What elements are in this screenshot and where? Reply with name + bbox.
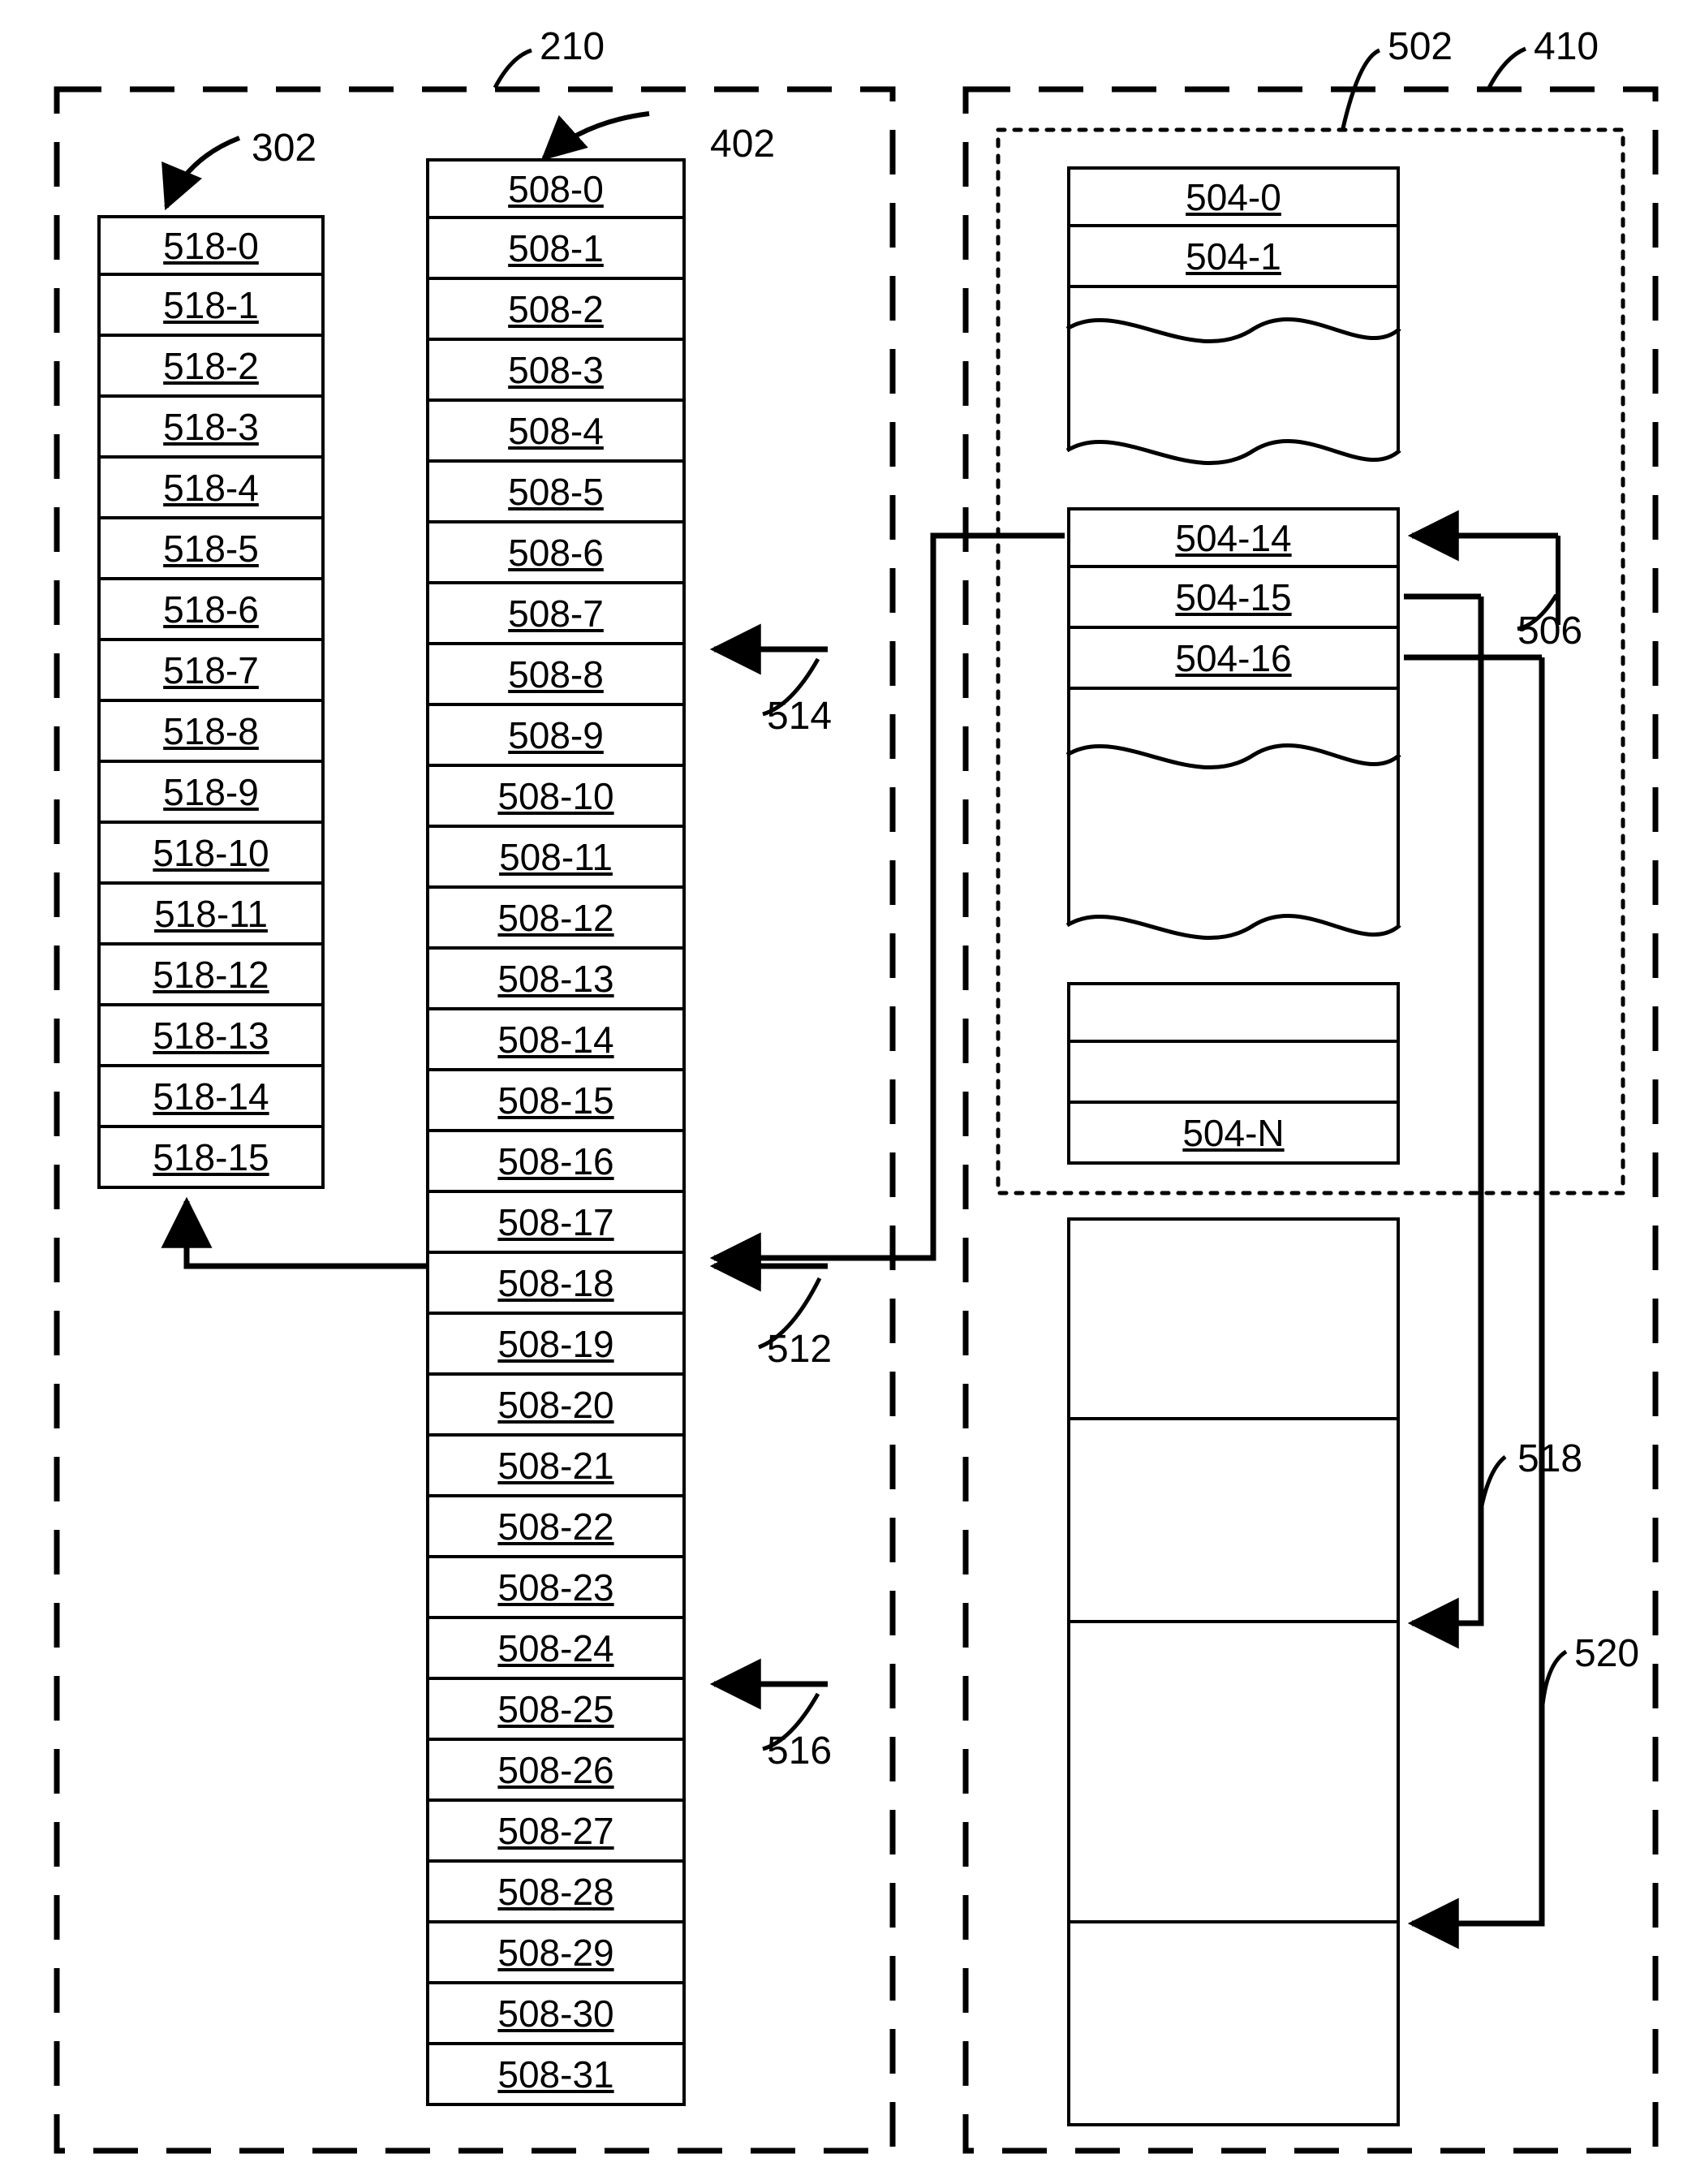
cell-508-25: 508-25 (426, 1680, 686, 1741)
cell-508-16: 508-16 (426, 1132, 686, 1193)
cell-518-9: 518-9 (97, 763, 325, 824)
cell-508-8: 508-8 (426, 645, 686, 706)
cell-508-13: 508-13 (426, 950, 686, 1010)
blank-box-4 (1067, 1923, 1400, 2126)
label-514: 514 (767, 694, 832, 739)
cell-518-15: 518-15 (97, 1128, 325, 1189)
cell-504-N: 504-N (1067, 1104, 1400, 1165)
cell-518-11: 518-11 (97, 885, 325, 946)
cell-508-7: 508-7 (426, 584, 686, 645)
label-402: 402 (710, 122, 775, 166)
cell-504-mid-2: 504-16 (1067, 629, 1400, 690)
cell-504-mid-0: 504-14 (1067, 507, 1400, 568)
blank-box-1 (1067, 1217, 1400, 1420)
label-410: 410 (1534, 24, 1599, 69)
cell-518-10: 518-10 (97, 824, 325, 885)
cell-508-27: 508-27 (426, 1802, 686, 1863)
stack-520-blanks (1067, 1217, 1400, 2126)
cell-508-11: 508-11 (426, 828, 686, 889)
cell-504-mid-1: 504-15 (1067, 568, 1400, 629)
cell-508-28: 508-28 (426, 1863, 686, 1923)
cell-508-17: 508-17 (426, 1193, 686, 1254)
blank-box-2 (1067, 1420, 1400, 1623)
cell-518-4: 518-4 (97, 459, 325, 519)
cell-508-22: 508-22 (426, 1497, 686, 1558)
cell-508-24: 508-24 (426, 1619, 686, 1680)
cell-508-12: 508-12 (426, 889, 686, 950)
cell-508-23: 508-23 (426, 1558, 686, 1619)
stack-508: 508-0508-1508-2508-3508-4508-5508-6508-7… (426, 158, 686, 2106)
cell-518-6: 518-6 (97, 580, 325, 641)
cell-518-13: 518-13 (97, 1006, 325, 1067)
label-302: 302 (252, 126, 316, 170)
cell-508-4: 508-4 (426, 402, 686, 463)
cell-508-18: 508-18 (426, 1254, 686, 1315)
cell-508-2: 508-2 (426, 280, 686, 341)
cell-518-5: 518-5 (97, 519, 325, 580)
cell-508-21: 508-21 (426, 1437, 686, 1497)
cell-508-19: 508-19 (426, 1315, 686, 1376)
cell-508-9: 508-9 (426, 706, 686, 767)
gap-504-b (1067, 690, 1400, 925)
cell-508-26: 508-26 (426, 1741, 686, 1802)
cell-518-0: 518-0 (97, 215, 325, 276)
cell-518-14: 518-14 (97, 1067, 325, 1128)
cell-518-1: 518-1 (97, 276, 325, 337)
cell-508-14: 508-14 (426, 1010, 686, 1071)
gap-504-a (1067, 288, 1400, 450)
cell-508-29: 508-29 (426, 1923, 686, 1984)
cell-508-10: 508-10 (426, 767, 686, 828)
cell-518-8: 518-8 (97, 702, 325, 763)
cell-508-31: 508-31 (426, 2045, 686, 2106)
cell-504-blank-b (1067, 1043, 1400, 1104)
cell-508-0: 508-0 (426, 158, 686, 219)
cell-508-30: 508-30 (426, 1984, 686, 2045)
stack-504-bot: 504-N (1067, 982, 1400, 1165)
cell-508-3: 508-3 (426, 341, 686, 402)
stack-504-top: 504-0504-1 (1067, 166, 1400, 288)
blank-box-3 (1067, 1623, 1400, 1923)
stack-504-mid: 504-14504-15504-16 (1067, 507, 1400, 690)
label-512: 512 (767, 1327, 832, 1372)
cell-504-blank-a (1067, 982, 1400, 1043)
cell-504-top-0: 504-0 (1067, 166, 1400, 227)
cell-518-7: 518-7 (97, 641, 325, 702)
label-210: 210 (540, 24, 605, 69)
label-502: 502 (1388, 24, 1453, 69)
cell-508-5: 508-5 (426, 463, 686, 523)
cell-508-6: 508-6 (426, 523, 686, 584)
cell-508-20: 508-20 (426, 1376, 686, 1437)
label-520: 520 (1574, 1631, 1639, 1676)
cell-518-12: 518-12 (97, 946, 325, 1006)
label-506: 506 (1517, 609, 1582, 653)
cell-508-1: 508-1 (426, 219, 686, 280)
label-518: 518 (1517, 1437, 1582, 1481)
cell-508-15: 508-15 (426, 1071, 686, 1132)
cell-518-3: 518-3 (97, 398, 325, 459)
cell-518-2: 518-2 (97, 337, 325, 398)
stack-518: 518-0518-1518-2518-3518-4518-5518-6518-7… (97, 215, 325, 1189)
label-516: 516 (767, 1729, 832, 1773)
cell-504-top-1: 504-1 (1067, 227, 1400, 288)
